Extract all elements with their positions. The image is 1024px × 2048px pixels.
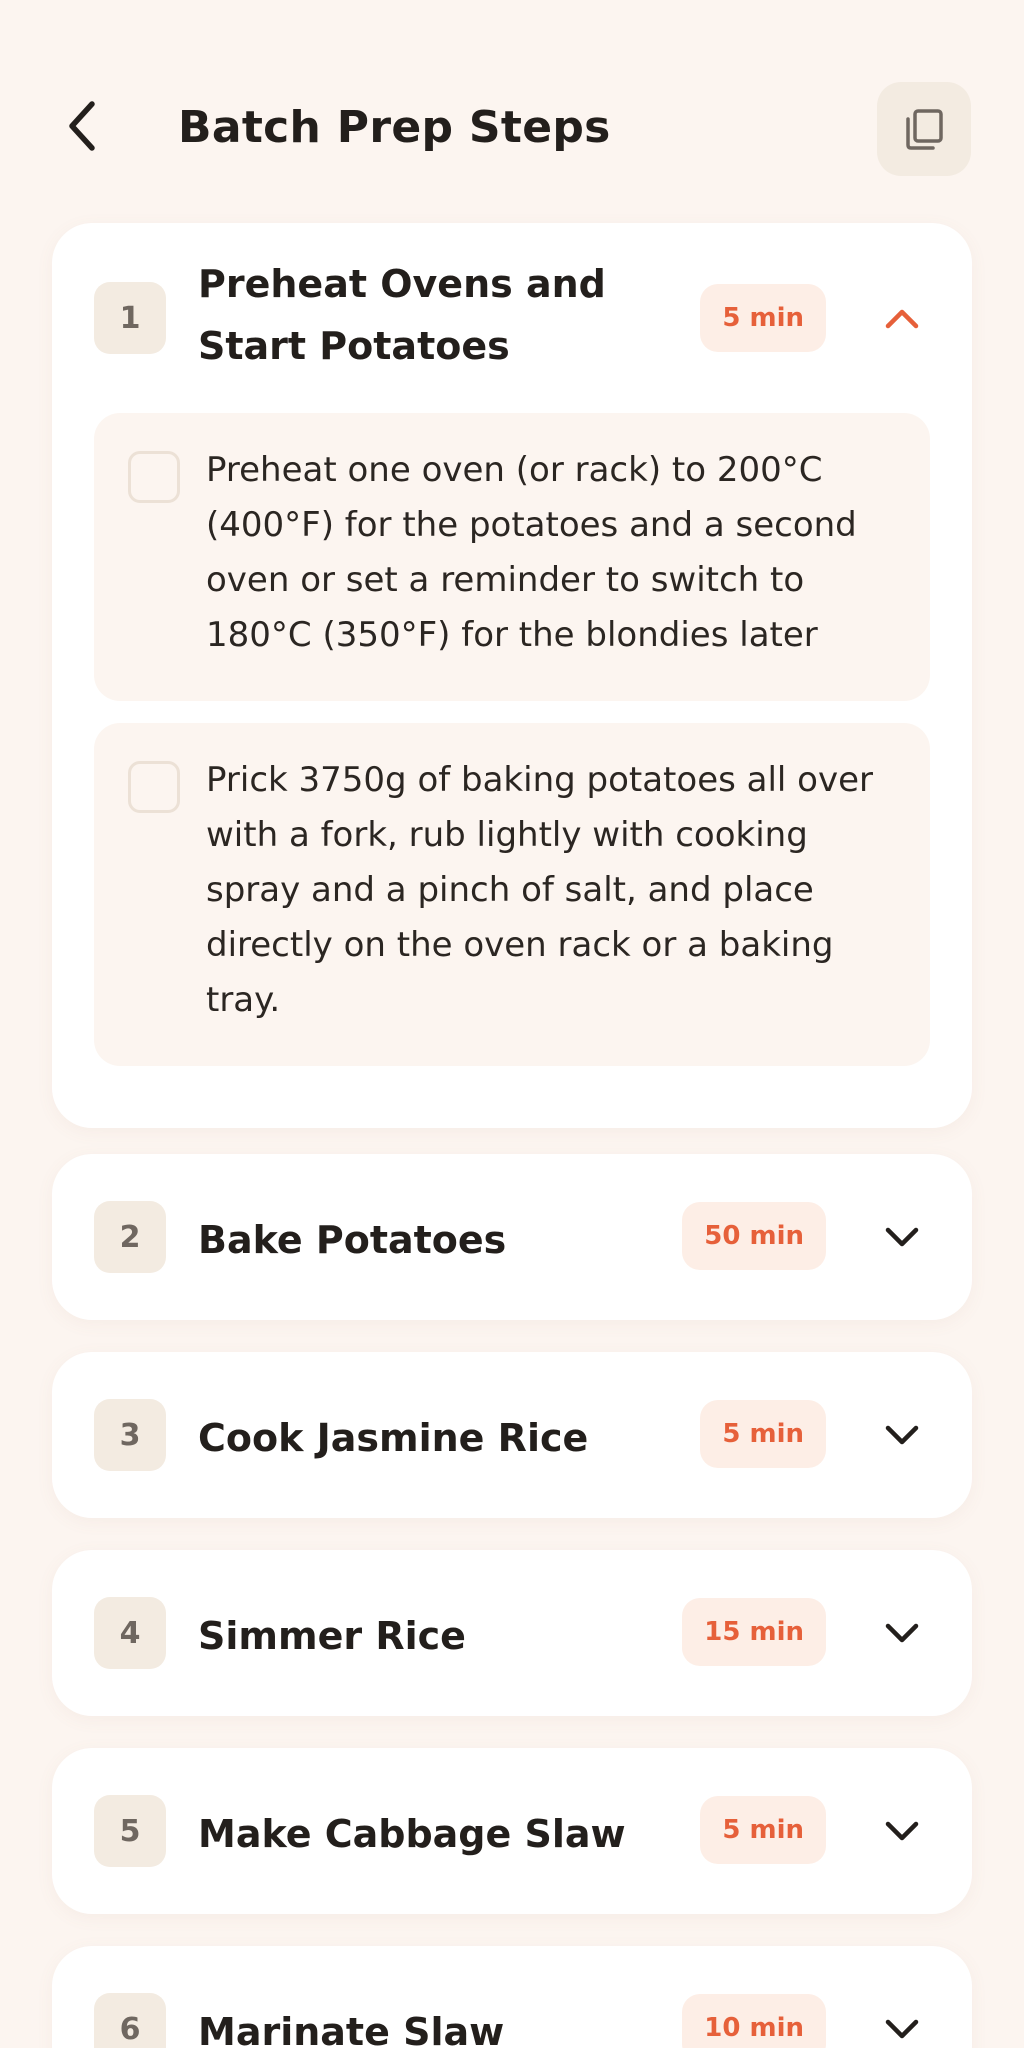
task-list: Preheat one oven (or rack) to 200°C (400…	[52, 413, 972, 1128]
duration-badge: 5 min	[700, 1796, 826, 1864]
step-header[interactable]: 3 Cook Jasmine Rice 5 min	[52, 1352, 972, 1518]
step-card-2: 2 Bake Potatoes 50 min	[52, 1154, 972, 1320]
step-title: Make Cabbage Slaw	[198, 1812, 626, 1856]
back-button[interactable]	[52, 96, 112, 156]
step-number: 2	[94, 1201, 166, 1273]
chevron-down-icon	[885, 1227, 919, 1247]
step-header[interactable]: 1 Preheat Ovens and Start Potatoes 5 min	[52, 223, 972, 413]
copy-icon	[906, 109, 943, 150]
page-title: Batch Prep Steps	[178, 102, 611, 153]
chevron-down-icon	[885, 2019, 919, 2039]
expand-button[interactable]	[874, 1407, 930, 1463]
copy-button[interactable]	[877, 82, 971, 176]
step-card-5: 5 Make Cabbage Slaw 5 min	[52, 1748, 972, 1914]
task-text: Preheat one oven (or rack) to 200°C (400…	[206, 450, 857, 655]
step-header[interactable]: 2 Bake Potatoes 50 min	[52, 1154, 972, 1320]
step-number: 4	[94, 1597, 166, 1669]
duration-badge: 50 min	[682, 1202, 826, 1270]
duration-badge: 5 min	[700, 284, 826, 352]
task-text: Prick 3750g of baking potatoes all over …	[206, 760, 873, 1020]
duration-badge: 15 min	[682, 1598, 826, 1666]
step-title: Marinate Slaw	[198, 2010, 505, 2048]
step-title: Bake Potatoes	[198, 1218, 507, 1262]
step-number: 3	[94, 1399, 166, 1471]
step-card-1: 1 Preheat Ovens and Start Potatoes 5 min…	[52, 223, 972, 1128]
task-item: Prick 3750g of baking potatoes all over …	[94, 723, 930, 1066]
step-number: 6	[94, 1993, 166, 2048]
step-header[interactable]: 5 Make Cabbage Slaw 5 min	[52, 1748, 972, 1914]
chevron-up-icon	[885, 309, 919, 329]
step-title: Simmer Rice	[198, 1614, 466, 1658]
step-header[interactable]: 6 Marinate Slaw 10 min	[52, 1946, 972, 2048]
chevron-down-icon	[885, 1425, 919, 1445]
header: Batch Prep Steps	[0, 0, 1024, 220]
step-card-3: 3 Cook Jasmine Rice 5 min	[52, 1352, 972, 1518]
duration-badge: 5 min	[700, 1400, 826, 1468]
task-item: Preheat one oven (or rack) to 200°C (400…	[94, 413, 930, 701]
batch-prep-steps-screen: Batch Prep Steps 1 Preheat Ovens and Sta…	[0, 0, 1024, 2048]
expand-button[interactable]	[874, 1209, 930, 1265]
duration-badge: 10 min	[682, 1994, 826, 2048]
step-title: Cook Jasmine Rice	[198, 1416, 589, 1460]
step-header[interactable]: 4 Simmer Rice 15 min	[52, 1550, 972, 1716]
step-card-6: 6 Marinate Slaw 10 min	[52, 1946, 972, 2048]
chevron-down-icon	[885, 1623, 919, 1643]
step-number: 5	[94, 1795, 166, 1867]
collapse-button[interactable]	[874, 290, 930, 346]
step-number: 1	[94, 282, 166, 354]
expand-button[interactable]	[874, 2001, 930, 2048]
step-title: Preheat Ovens and Start Potatoes	[198, 262, 606, 368]
chevron-left-icon	[69, 101, 95, 151]
chevron-down-icon	[885, 1821, 919, 1841]
task-checkbox[interactable]	[128, 761, 180, 813]
expand-button[interactable]	[874, 1605, 930, 1661]
step-card-4: 4 Simmer Rice 15 min	[52, 1550, 972, 1716]
expand-button[interactable]	[874, 1803, 930, 1859]
task-checkbox[interactable]	[128, 451, 180, 503]
